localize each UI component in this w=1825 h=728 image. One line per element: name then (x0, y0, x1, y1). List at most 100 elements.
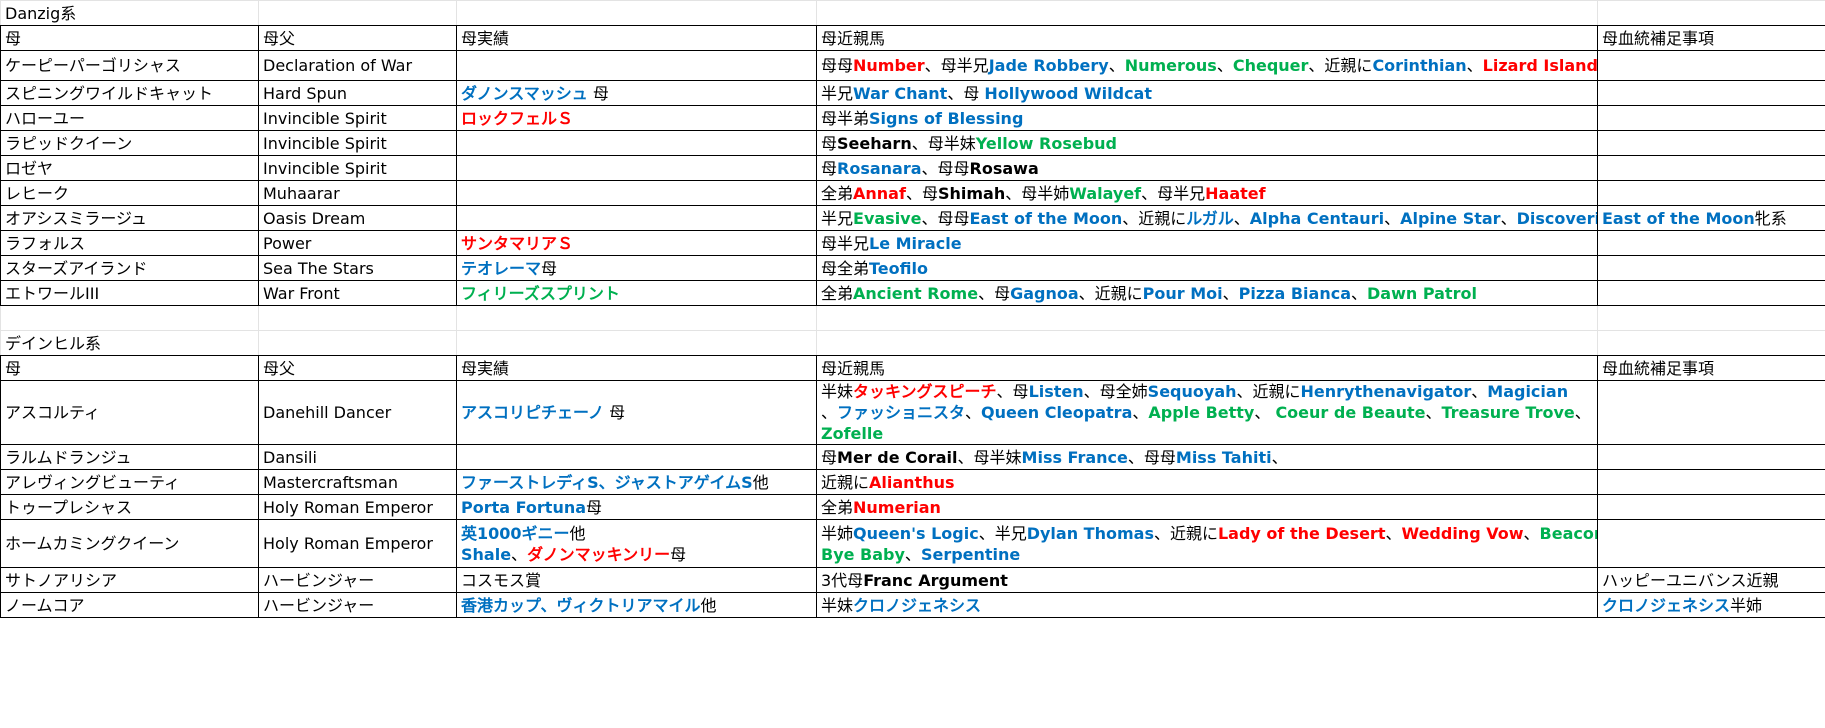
achievements-cell[interactable]: アスコリピチェーノ 母 (456, 380, 817, 445)
empty-cell[interactable] (1597, 305, 1825, 331)
achievements-cell[interactable] (456, 50, 817, 81)
relatives-cell[interactable]: 全弟Annaf、母Shimah、母半姉Walayef、母半兄Haatef (816, 180, 1598, 206)
relatives-cell[interactable]: 母Rosanara、母母Rosawa (816, 155, 1598, 181)
relatives-cell[interactable]: 母Seeharn、母半妹Yellow Rosebud (816, 130, 1598, 156)
relatives-cell[interactable]: 全弟Numerian (816, 494, 1598, 520)
dam-cell[interactable]: トゥープレシャス (0, 494, 259, 520)
column-header[interactable]: 母 (0, 25, 259, 51)
pedigree-notes-cell[interactable] (1597, 105, 1825, 131)
dam-cell[interactable]: オアシスミラージュ (0, 205, 259, 231)
achievements-cell[interactable]: ダノンスマッシュ 母 (456, 80, 817, 106)
column-header[interactable]: 母 (0, 355, 259, 381)
dam-cell[interactable]: ラピッドクイーン (0, 130, 259, 156)
damsire-cell[interactable]: Invincible Spirit (258, 155, 457, 181)
column-header[interactable]: 母父 (258, 25, 457, 51)
damsire-cell[interactable]: Holy Roman Emperor (258, 519, 457, 568)
dam-cell[interactable]: ラフォルス (0, 230, 259, 256)
achievements-cell[interactable]: ロックフェルＳ (456, 105, 817, 131)
achievements-cell[interactable] (456, 180, 817, 206)
damsire-cell[interactable]: Declaration of War (258, 50, 457, 81)
relatives-cell[interactable]: 全弟Ancient Rome、母Gagnoa、近親にPour Moi、Pizza… (816, 280, 1598, 306)
damsire-cell[interactable]: War Front (258, 280, 457, 306)
dam-cell[interactable]: アレヴィングビューティ (0, 469, 259, 495)
empty-cell[interactable] (1597, 330, 1825, 356)
damsire-cell[interactable]: Danehill Dancer (258, 380, 457, 445)
column-header[interactable]: 母実績 (456, 25, 817, 51)
pedigree-notes-cell[interactable] (1597, 130, 1825, 156)
empty-cell[interactable] (0, 305, 259, 331)
damsire-cell[interactable]: Mastercraftsman (258, 469, 457, 495)
pedigree-notes-cell[interactable] (1597, 255, 1825, 281)
achievements-cell[interactable]: フィリーズスプリント (456, 280, 817, 306)
damsire-cell[interactable]: Sea The Stars (258, 255, 457, 281)
achievements-cell[interactable] (456, 205, 817, 231)
pedigree-notes-cell[interactable] (1597, 519, 1825, 568)
empty-cell[interactable] (258, 305, 457, 331)
pedigree-notes-cell[interactable]: ハッピーユニバンス近親 (1597, 567, 1825, 593)
pedigree-notes-cell[interactable] (1597, 469, 1825, 495)
pedigree-notes-cell[interactable]: クロノジェネシス半姉 (1597, 592, 1825, 618)
empty-cell[interactable] (258, 0, 457, 26)
relatives-cell[interactable]: 母母Number、母半兄Jade Robbery、Numerous、Cheque… (816, 50, 1598, 81)
pedigree-notes-cell[interactable] (1597, 494, 1825, 520)
dam-cell[interactable]: ラルムドランジュ (0, 444, 259, 470)
pedigree-notes-cell[interactable] (1597, 50, 1825, 81)
achievements-cell[interactable]: 英1000ギニー他 Shale、ダノンマッキンリー母 (456, 519, 817, 568)
damsire-cell[interactable]: Oasis Dream (258, 205, 457, 231)
relatives-cell[interactable]: 母全弟Teofilo (816, 255, 1598, 281)
dam-cell[interactable]: スピニングワイルドキャット (0, 80, 259, 106)
relatives-cell[interactable]: 3代母Franc Argument (816, 567, 1598, 593)
achievements-cell[interactable]: コスモス賞 (456, 567, 817, 593)
achievements-cell[interactable]: Porta Fortuna母 (456, 494, 817, 520)
pedigree-notes-cell[interactable] (1597, 380, 1825, 445)
relatives-cell[interactable]: 半姉Queen's Logic、半兄Dylan Thomas、近親にLady o… (816, 519, 1598, 568)
column-header[interactable]: 母実績 (456, 355, 817, 381)
achievements-cell[interactable] (456, 155, 817, 181)
empty-cell[interactable] (456, 0, 817, 26)
pedigree-notes-cell[interactable] (1597, 230, 1825, 256)
dam-cell[interactable]: スターズアイランド (0, 255, 259, 281)
column-header[interactable]: 母近親馬 (816, 355, 1598, 381)
empty-cell[interactable] (456, 330, 817, 356)
damsire-cell[interactable]: ハービンジャー (258, 592, 457, 618)
damsire-cell[interactable]: Muhaarar (258, 180, 457, 206)
pedigree-notes-cell[interactable] (1597, 280, 1825, 306)
achievements-cell[interactable] (456, 444, 817, 470)
pedigree-notes-cell[interactable] (1597, 80, 1825, 106)
relatives-cell[interactable]: 近親にAlianthus (816, 469, 1598, 495)
relatives-cell[interactable]: 半妹クロノジェネシス (816, 592, 1598, 618)
achievements-cell[interactable] (456, 130, 817, 156)
relatives-cell[interactable]: 母Mer de Corail、母半妹Miss France、母母Miss Tah… (816, 444, 1598, 470)
achievements-cell[interactable]: テオレーマ母 (456, 255, 817, 281)
dam-cell[interactable]: エトワールIII (0, 280, 259, 306)
relatives-cell[interactable]: 半妹タッキングスピーチ、母Listen、母全姉Sequoyah、近親にHenry… (816, 380, 1598, 445)
damsire-cell[interactable]: ハービンジャー (258, 567, 457, 593)
relatives-cell[interactable]: 半兄War Chant、母 Hollywood Wildcat (816, 80, 1598, 106)
damsire-cell[interactable]: Invincible Spirit (258, 130, 457, 156)
damsire-cell[interactable]: Invincible Spirit (258, 105, 457, 131)
dam-cell[interactable]: サトノアリシア (0, 567, 259, 593)
relatives-cell[interactable]: 半兄Evasive、母母East of the Moon、近親にルガル、Alph… (816, 205, 1598, 231)
column-header[interactable]: 母血統補足事項 (1597, 25, 1825, 51)
achievements-cell[interactable]: ファーストレディS、ジャストアゲイムS他 (456, 469, 817, 495)
empty-cell[interactable] (258, 330, 457, 356)
pedigree-notes-cell[interactable] (1597, 155, 1825, 181)
column-header[interactable]: 母父 (258, 355, 457, 381)
damsire-cell[interactable]: Dansili (258, 444, 457, 470)
pedigree-notes-cell[interactable] (1597, 444, 1825, 470)
empty-cell[interactable] (816, 0, 1598, 26)
dam-cell[interactable]: レヒーク (0, 180, 259, 206)
dam-cell[interactable]: アスコルティ (0, 380, 259, 445)
achievements-cell[interactable]: サンタマリアＳ (456, 230, 817, 256)
section-title[interactable]: デインヒル系 (0, 330, 259, 356)
relatives-cell[interactable]: 母半弟Signs of Blessing (816, 105, 1598, 131)
column-header[interactable]: 母近親馬 (816, 25, 1598, 51)
empty-cell[interactable] (1597, 0, 1825, 26)
empty-cell[interactable] (816, 330, 1598, 356)
dam-cell[interactable]: ノームコア (0, 592, 259, 618)
damsire-cell[interactable]: Hard Spun (258, 80, 457, 106)
achievements-cell[interactable]: 香港カップ、ヴィクトリアマイル他 (456, 592, 817, 618)
damsire-cell[interactable]: Holy Roman Emperor (258, 494, 457, 520)
dam-cell[interactable]: ハローユー (0, 105, 259, 131)
pedigree-notes-cell[interactable] (1597, 180, 1825, 206)
